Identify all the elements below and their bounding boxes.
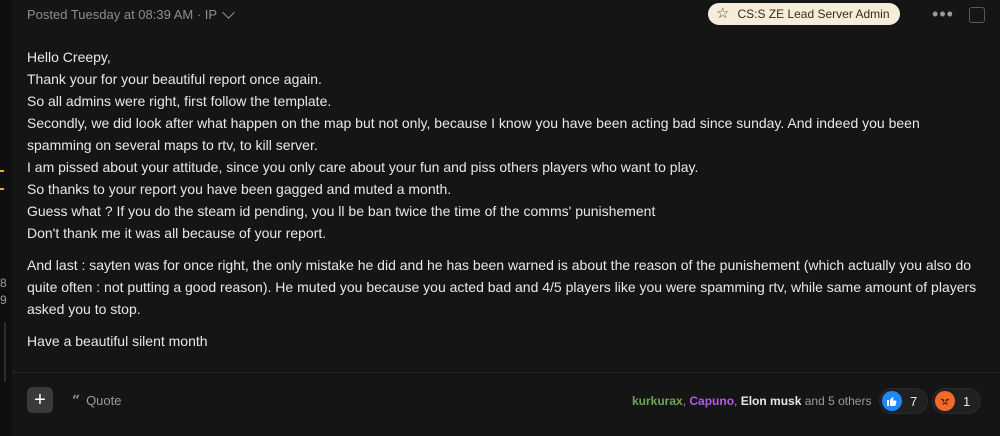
thumbs-up-icon [882,391,902,411]
edge-mark-9: 9 [0,293,7,307]
left-edge-strip: 8 9 [0,0,12,436]
chevron-down-icon[interactable] [222,6,235,19]
post-line: So all admins were right, first follow t… [27,93,332,109]
page: 8 9 Posted Tuesday at 08:39 AM · IP ☆ CS… [0,0,1000,436]
multiquote-add-button[interactable]: + [27,387,53,413]
post-container: Posted Tuesday at 08:39 AM · IP ☆ CS:S Z… [12,0,1000,436]
star-icon: ☆ [716,5,730,22]
footer-divider [12,372,1000,373]
reaction-angry[interactable]: 1 [932,388,982,414]
reactor-separator: , [734,394,741,408]
post-line: Thank your for your beautiful report onc… [27,71,322,87]
left-edge-bar [4,322,6,382]
post-line: Don't thank me it was all because of you… [27,225,327,241]
quote-icon: “ [72,392,81,409]
angry-face-icon [935,391,955,411]
edge-yellow-mark [0,188,4,190]
post-line: Secondly, we did look after what happen … [27,115,924,153]
post-content: Hello Creepy, Thank your for your beauti… [27,46,987,352]
role-badge: ☆ CS:S ZE Lead Server Admin [708,3,900,25]
reaction-like-count: 7 [910,393,918,409]
reactors-others[interactable]: and 5 others [801,394,872,408]
edge-mark-8: 8 [0,276,7,290]
post-line: So thanks to your report you have been g… [27,181,452,197]
post-footer: + “ Quote kurkurax, Capuno, Elon musk an… [12,387,1000,415]
reactor-user-2[interactable]: Capuno [689,394,734,408]
post-meta[interactable]: Posted Tuesday at 08:39 AM · IP [27,6,235,22]
reactor-user-3[interactable]: Elon musk [741,394,802,408]
post-header: Posted Tuesday at 08:39 AM · IP ☆ CS:S Z… [12,0,1000,30]
select-post-checkbox[interactable] [969,7,985,23]
more-options-icon[interactable]: ••• [930,4,956,24]
post-line: I am pissed about your attitude, since y… [27,159,699,175]
reaction-like[interactable]: 7 [879,388,929,414]
reactors-list[interactable]: kurkurax, Capuno, Elon musk and 5 others [632,394,871,408]
reactor-user-1[interactable]: kurkurax [632,394,683,408]
post-line: Guess what ? If you do the steam id pend… [27,203,656,219]
quote-label: Quote [86,393,122,408]
post-paragraph: And last : sayten was for once right, th… [27,257,981,317]
posted-text: Posted Tuesday at 08:39 AM · IP [27,7,218,22]
reaction-angry-count: 1 [963,393,971,409]
role-badge-label: CS:S ZE Lead Server Admin [737,7,890,21]
post-line: Hello Creepy, [27,49,111,65]
quote-button[interactable]: “ Quote [72,393,121,408]
edge-yellow-mark [0,170,4,172]
post-paragraph: Have a beautiful silent month [27,333,208,349]
